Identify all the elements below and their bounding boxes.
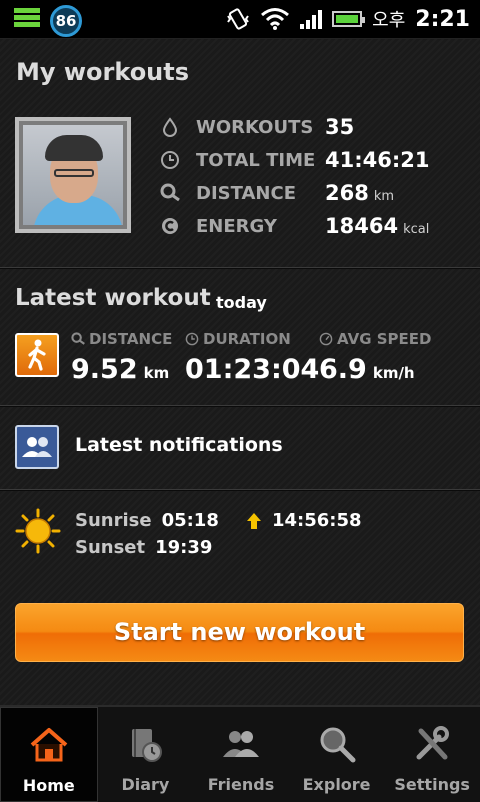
start-new-workout-button[interactable]: Start new workout: [15, 603, 464, 662]
friends-notification-icon[interactable]: [15, 425, 59, 469]
tab-friends[interactable]: Friends: [193, 707, 289, 802]
stat-total-time: TOTAL TIME 41:46:21: [160, 145, 460, 175]
tab-label: Settings: [394, 775, 470, 794]
energy-icon: [160, 216, 180, 236]
stat-value: 18464: [325, 214, 399, 238]
battery-badge: 86: [50, 5, 82, 37]
stat-energy: ENERGY 18464 kcal: [160, 211, 460, 241]
latest-notifications-link[interactable]: Latest notifications: [75, 434, 283, 456]
tab-label: Friends: [207, 775, 275, 794]
stat-workouts: WORKOUTS 35: [160, 112, 460, 142]
divider: [0, 405, 480, 407]
metric-value: 6.9: [319, 354, 367, 385]
walking-icon[interactable]: [15, 333, 59, 377]
tab-label: Explore: [302, 775, 371, 794]
sunset-time: 19:39: [155, 537, 213, 558]
sunset-label: Sunset: [75, 537, 146, 558]
notification-icon: [14, 8, 40, 30]
latest-duration: DURATION 01:23:04: [185, 330, 319, 385]
sunrise-label: Sunrise: [75, 510, 152, 531]
sunrise-time: 05:18: [161, 510, 219, 531]
metric-label: AVG SPEED: [337, 330, 432, 348]
friends-icon: [222, 731, 259, 757]
stat-unit: km: [373, 188, 395, 204]
metric-value: 01:23:04: [185, 354, 320, 385]
drop-icon: [160, 117, 180, 137]
sun-icon: [15, 508, 61, 554]
stat-label: TOTAL TIME: [196, 149, 316, 171]
explore-icon: [320, 727, 356, 763]
stat-label: WORKOUTS: [196, 116, 314, 138]
sunrise-row: Sunrise 05:18: [75, 510, 219, 531]
latest-avg-speed: AVG SPEED 6.9 km/h: [319, 330, 431, 385]
metric-label: DISTANCE: [89, 330, 173, 348]
clock-icon: [160, 150, 180, 170]
signal-icon: [300, 9, 323, 29]
vibrate-icon: [227, 8, 249, 30]
metric-label: DURATION: [203, 330, 291, 348]
tab-label: Diary: [121, 775, 170, 794]
divider: [0, 489, 480, 491]
metric-unit: km: [143, 364, 170, 382]
status-ampm: 오후: [372, 10, 406, 31]
tab-bar: Home Diary Friends Explore Settings: [0, 705, 480, 802]
tab-explore[interactable]: Explore: [289, 707, 385, 802]
divider: [0, 267, 480, 269]
tab-settings[interactable]: Settings: [384, 707, 480, 802]
home-icon: [30, 728, 68, 762]
status-bar: 86 오후 2:21: [0, 0, 480, 39]
diary-icon: [132, 729, 163, 762]
tab-diary[interactable]: Diary: [98, 707, 194, 802]
tab-label: Home: [22, 776, 75, 795]
stat-distance: DISTANCE 268 km: [160, 178, 460, 208]
avatar[interactable]: [15, 117, 131, 233]
page-title: My workouts: [16, 58, 190, 86]
stat-value: 35: [325, 115, 355, 139]
stat-value: 268: [325, 181, 369, 205]
stat-label: DISTANCE: [196, 182, 296, 204]
clock-icon: [185, 332, 199, 346]
wifi-icon: [261, 8, 290, 30]
distance-icon: [160, 183, 180, 203]
stat-unit: kcal: [403, 221, 430, 237]
metric-unit: km/h: [372, 364, 415, 382]
stat-label: ENERGY: [196, 215, 277, 237]
day-length-value: 14:56:58: [272, 510, 362, 531]
arrow-up-icon: [247, 512, 261, 529]
latest-workout-when: today: [216, 293, 267, 312]
latest-workout-title: Latest workout: [15, 285, 211, 311]
sunset-row: Sunset 19:39: [75, 537, 212, 558]
settings-icon: [416, 726, 450, 760]
day-length: 14:56:58: [246, 510, 362, 531]
tab-home[interactable]: Home: [0, 707, 98, 802]
distance-icon: [71, 332, 85, 345]
stat-value: 41:46:21: [325, 148, 430, 172]
status-time: 2:21: [415, 6, 470, 32]
latest-distance: DISTANCE 9.52 km: [71, 330, 172, 385]
metric-value: 9.52: [71, 354, 138, 385]
speed-icon: [319, 332, 333, 346]
battery-icon: [332, 11, 366, 27]
